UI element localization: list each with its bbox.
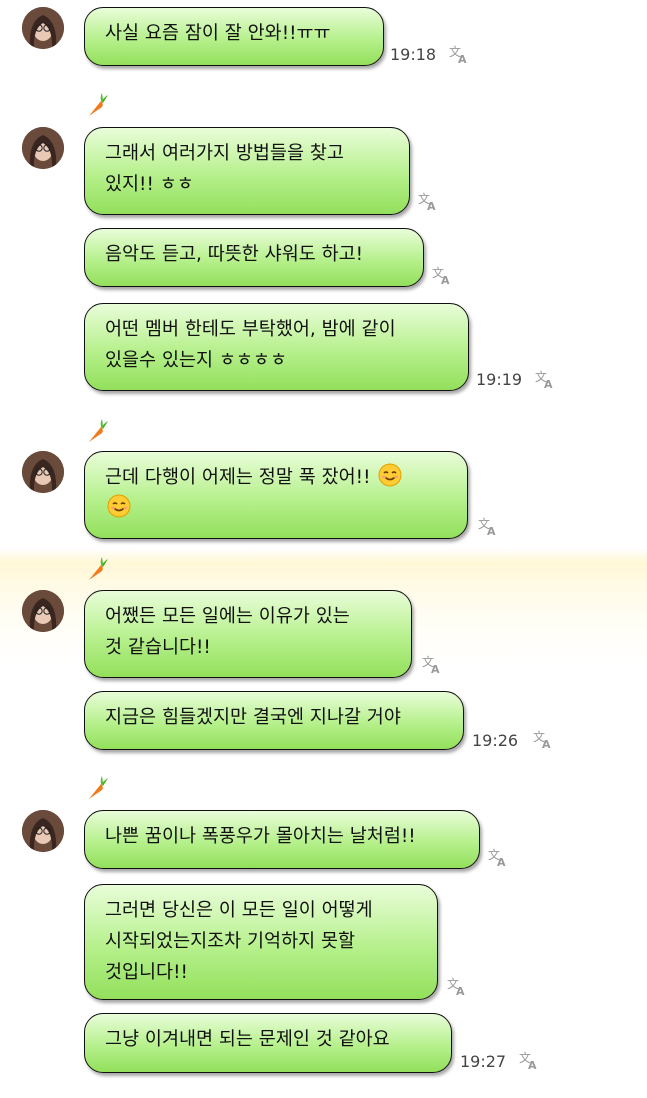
carrot-icon [89, 557, 108, 580]
message-text: 근데 다행이 어제는 정말 푹 잤어!! [105, 467, 371, 488]
message-bubble[interactable]: 어쨌든 모든 일에는 이유가 있는 것 같습니다!! [84, 590, 412, 678]
smiling-face-icon [107, 494, 131, 518]
translate-icon[interactable]: 文A [449, 44, 469, 64]
message-text: 그러면 당신은 이 모든 일이 어떻게 [105, 900, 373, 921]
timestamp: 19:18 [390, 45, 437, 64]
svg-text:A: A [544, 378, 553, 389]
avatar[interactable] [22, 127, 64, 169]
carrot-icon [89, 93, 108, 116]
avatar[interactable] [22, 451, 64, 493]
message-bubble[interactable]: 지금은 힘들겠지만 결국엔 지나갈 거야 [84, 691, 464, 750]
message-bubble[interactable]: 그냥 이겨내면 되는 문제인 것 같아요 [84, 1013, 452, 1073]
svg-text:A: A [456, 985, 465, 996]
message-bubble[interactable]: 근데 다행이 어제는 정말 푹 잤어!! [84, 451, 468, 539]
message-text: 음악도 듣고, 따뜻한 샤워도 하고! [105, 244, 364, 265]
translate-icon[interactable]: 文A [432, 265, 452, 285]
message-text: 어쨌든 모든 일에는 이유가 있는 [105, 606, 350, 627]
message-text: 있을수 있는지 ㅎㅎㅎㅎ [105, 350, 287, 371]
svg-text:A: A [427, 200, 436, 211]
translate-icon[interactable]: 文A [418, 191, 438, 211]
translate-icon[interactable]: 文A [447, 976, 467, 996]
avatar[interactable] [22, 810, 64, 852]
message-bubble[interactable]: 그러면 당신은 이 모든 일이 어떻게 시작되었는지조차 기억하지 못할 것입니… [84, 884, 438, 1000]
message-text: 어떤 멤버 한테도 부탁했어, 밤에 같이 [105, 319, 396, 340]
translate-icon[interactable]: 文A [422, 654, 442, 674]
svg-text:A: A [542, 738, 551, 749]
carrot-icon [89, 419, 108, 442]
message-bubble[interactable]: 그래서 여러가지 방법들을 찾고 있지!! ㅎㅎ [84, 127, 410, 215]
translate-icon[interactable]: 文A [535, 369, 555, 389]
translate-icon[interactable]: 文A [519, 1050, 539, 1070]
translate-icon[interactable]: 文A [478, 516, 498, 536]
message-text: 그래서 여러가지 방법들을 찾고 [105, 143, 344, 164]
message-text: 시작되었는지조차 기억하지 못할 [105, 931, 356, 952]
avatar[interactable] [22, 590, 64, 632]
message-text: 지금은 힘들겠지만 결국엔 지나갈 거야 [105, 707, 401, 728]
message-text: 사실 요즘 잠이 잘 안와!!ㅠㅠ [105, 23, 331, 44]
svg-text:A: A [431, 663, 440, 674]
svg-text:A: A [458, 53, 467, 64]
carrot-icon [89, 776, 108, 799]
svg-text:A: A [528, 1059, 537, 1070]
message-text: 것 같습니다!! [105, 637, 211, 658]
timestamp: 19:19 [476, 370, 523, 389]
timestamp: 19:27 [460, 1052, 507, 1071]
message-bubble[interactable]: 어떤 멤버 한테도 부탁했어, 밤에 같이 있을수 있는지 ㅎㅎㅎㅎ [84, 303, 469, 391]
message-bubble[interactable]: 나쁜 꿈이나 폭풍우가 몰아치는 날처럼!! [84, 810, 480, 869]
message-text: 나쁜 꿈이나 폭풍우가 몰아치는 날처럼!! [105, 826, 416, 847]
translate-icon[interactable]: 文A [533, 729, 553, 749]
smiling-face-icon [378, 463, 402, 487]
message-text: 그냥 이겨내면 되는 문제인 것 같아요 [105, 1029, 390, 1050]
avatar[interactable] [22, 7, 64, 49]
svg-text:A: A [497, 856, 506, 867]
message-text: 것입니다!! [105, 962, 188, 983]
timestamp: 19:26 [472, 731, 519, 750]
svg-text:A: A [441, 274, 450, 285]
svg-text:A: A [487, 525, 496, 536]
message-bubble[interactable]: 음악도 듣고, 따뜻한 샤워도 하고! [84, 228, 424, 287]
message-text: 있지!! ㅎㅎ [105, 174, 194, 195]
message-bubble[interactable]: 사실 요즘 잠이 잘 안와!!ㅠㅠ [84, 7, 384, 66]
translate-icon[interactable]: 文A [488, 847, 508, 867]
